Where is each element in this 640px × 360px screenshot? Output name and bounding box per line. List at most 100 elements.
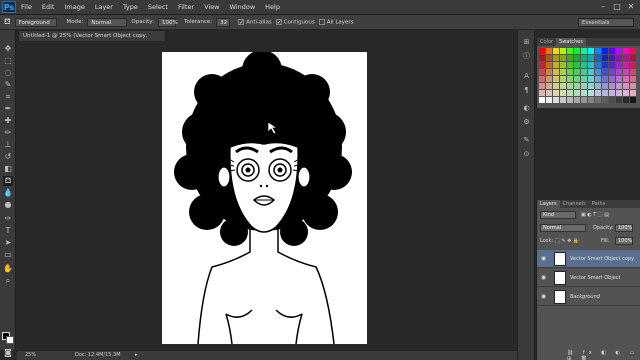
color-swatch[interactable] [588,55,594,61]
minimize-icon[interactable]: – [598,2,608,12]
color-swatch[interactable] [581,69,587,75]
path-select-tool-icon[interactable]: ➤ [3,238,13,248]
color-swatch[interactable] [546,62,552,68]
color-swatch[interactable] [602,83,608,89]
color-swatch[interactable] [609,83,615,89]
color-swatch[interactable] [623,69,629,75]
color-swatch[interactable] [588,48,594,54]
lasso-tool-icon[interactable]: ◌ [3,68,13,78]
color-swatch[interactable] [623,90,629,96]
document-tab[interactable]: Untitled-1 @ 25% (Vector Smart Object co… [18,30,166,49]
antialias-checkbox[interactable] [238,18,245,25]
color-swatch[interactable] [595,76,601,82]
brush-panel-icon[interactable]: ✎ [522,136,531,145]
color-swatch[interactable] [539,90,545,96]
color-swatch[interactable] [546,76,552,82]
color-swatch[interactable] [602,62,608,68]
color-swatch[interactable] [553,69,559,75]
color-swatch[interactable] [602,76,608,82]
zoom-level[interactable]: 25% [25,351,36,360]
character-panel-icon[interactable]: A [522,72,531,81]
history-brush-tool-icon[interactable]: ↺ [3,152,13,162]
color-swatch[interactable] [630,55,636,61]
color-swatch[interactable] [581,90,587,96]
fill-source-select[interactable]: Foreground [14,17,57,27]
color-swatch[interactable] [574,76,580,82]
color-swatch[interactable] [623,97,629,103]
color-swatch[interactable] [553,90,559,96]
opacity-input[interactable]: 100% [158,17,178,27]
color-swatch[interactable] [623,62,629,68]
color-swatch[interactable] [581,97,587,103]
color-swatch[interactable] [623,76,629,82]
color-swatch[interactable] [546,83,552,89]
color-swatch[interactable] [567,97,573,103]
all-layers-option[interactable]: All Layers [318,18,354,25]
quick-mask-icon[interactable]: ◙ [3,348,13,358]
color-swatch[interactable] [616,90,622,96]
color-swatch[interactable] [581,76,587,82]
color-swatch[interactable] [616,83,622,89]
paint-bucket-tool-icon[interactable]: ⛾ [3,176,13,186]
color-swatch[interactable] [553,76,559,82]
color-swatch[interactable] [567,69,573,75]
color-swatch[interactable] [588,97,594,103]
tab-channels[interactable]: Channels [560,200,589,208]
color-swatch[interactable] [602,97,608,103]
tab-color[interactable]: Color [537,38,556,46]
color-swatch[interactable] [567,62,573,68]
eyedropper-tool-icon[interactable]: ✒ [3,104,13,114]
color-swatch[interactable] [602,48,608,54]
status-arrow-icon[interactable]: ▸ [135,351,138,360]
menu-view[interactable]: View [199,3,224,11]
color-swatch[interactable] [546,55,552,61]
color-swatch[interactable] [539,62,545,68]
color-swatch[interactable] [574,55,580,61]
color-swatch[interactable] [630,62,636,68]
color-swatch[interactable] [546,97,552,103]
color-swatch[interactable] [623,55,629,61]
visibility-eye-icon[interactable]: ◉ [540,255,547,262]
color-swatch[interactable] [560,62,566,68]
color-swatch[interactable] [595,97,601,103]
type-tool-icon[interactable]: T [3,226,13,236]
color-swatch[interactable] [616,69,622,75]
dodge-tool-icon[interactable]: ● [3,200,13,210]
crop-tool-icon[interactable]: ⌗ [3,92,13,102]
menu-layer[interactable]: Layer [90,3,118,11]
color-swatch[interactable] [546,90,552,96]
lock-icons[interactable]: ⬚ ✎ ✥ 🔒 [555,238,579,244]
color-swatch[interactable] [539,97,545,103]
blur-tool-icon[interactable]: 💧 [3,188,13,198]
layer-row[interactable]: ◉ Vector Smart Object copy [537,250,640,268]
menu-select[interactable]: Select [143,3,173,11]
color-swatch[interactable] [602,55,608,61]
color-swatch[interactable] [539,69,545,75]
quick-select-tool-icon[interactable]: ✎ [3,80,13,90]
healing-tool-icon[interactable]: ✚ [3,116,13,126]
color-swatch[interactable] [616,55,622,61]
color-swatch[interactable] [595,69,601,75]
adjustments-panel-icon[interactable]: ◐ [522,104,531,113]
color-swatch[interactable] [588,83,594,89]
paint-bucket-icon[interactable]: ⛾ [4,17,11,27]
color-swatch[interactable] [595,83,601,89]
color-swatch[interactable] [588,90,594,96]
color-swatch[interactable] [560,48,566,54]
color-swatch[interactable] [560,55,566,61]
menu-filter[interactable]: Filter [173,3,199,11]
color-swatch[interactable] [630,83,636,89]
color-swatch[interactable] [630,76,636,82]
doc-info[interactable]: Doc: 12.4M/15.3M [75,351,121,360]
eraser-tool-icon[interactable]: ◧ [3,164,13,174]
color-swatch[interactable] [623,83,629,89]
all-layers-checkbox[interactable] [318,18,325,25]
color-swatch[interactable] [616,97,622,103]
color-swatch[interactable] [609,55,615,61]
layer-filter-icons[interactable]: ▣ ◐ T ⬚ ▤ [581,212,609,218]
color-swatch[interactable] [553,97,559,103]
color-swatch[interactable] [574,90,580,96]
color-swatch[interactable] [602,90,608,96]
color-swatch[interactable] [588,62,594,68]
tolerance-input[interactable]: 32 [216,17,231,27]
